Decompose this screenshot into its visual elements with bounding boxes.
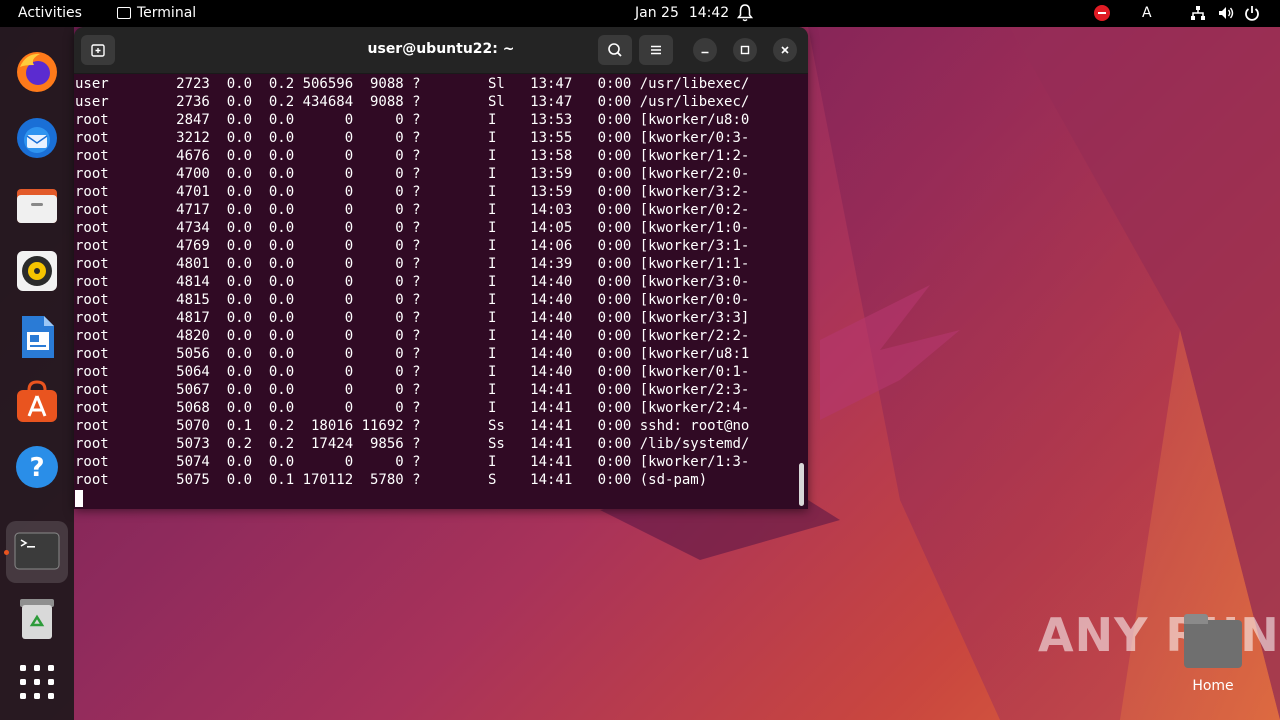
bell-icon[interactable] — [737, 4, 753, 22]
home-folder-label[interactable]: Home — [1180, 678, 1246, 694]
terminal-line: root 4701 0.0 0.0 0 0 ? I 13:59 0:00 [kw… — [75, 184, 750, 200]
search-icon — [608, 43, 622, 57]
close-icon — [781, 46, 789, 54]
terminal-line: root 5074 0.0 0.0 0 0 ? I 14:41 0:00 [kw… — [75, 454, 750, 470]
app-menu-label: Terminal — [137, 5, 197, 21]
maximize-button[interactable] — [733, 38, 757, 62]
terminal-app-icon — [117, 7, 131, 19]
firefox-icon[interactable] — [14, 49, 60, 95]
terminal-cursor — [75, 490, 83, 507]
terminal-line: root 4769 0.0 0.0 0 0 ? I 14:06 0:00 [kw… — [75, 238, 750, 254]
terminal-line: root 4814 0.0 0.0 0 0 ? I 14:40 0:00 [kw… — [75, 274, 750, 290]
terminal-line: root 4700 0.0 0.0 0 0 ? I 13:59 0:00 [kw… — [75, 166, 750, 182]
terminal-line: root 4801 0.0 0.0 0 0 ? I 14:39 0:00 [kw… — [75, 256, 750, 272]
terminal-line: root 5073 0.2 0.2 17424 9856 ? Ss 14:41 … — [75, 436, 750, 452]
power-icon[interactable] — [1244, 5, 1260, 21]
anyrun-watermark: ANY RUN — [1038, 608, 1280, 662]
terminal-line: root 2847 0.0 0.0 0 0 ? I 13:53 0:00 [kw… — [75, 112, 750, 128]
clock[interactable]: Jan 25 14:42 — [635, 5, 729, 21]
volume-icon[interactable] — [1218, 5, 1234, 21]
input-language-indicator[interactable]: A — [1142, 5, 1152, 21]
terminal-line: user 2736 0.0 0.2 434684 9088 ? Sl 13:47… — [75, 94, 750, 110]
terminal-window[interactable]: user@ubuntu22: ~ user 2723 0.0 0.2 50659… — [74, 27, 808, 509]
app-menu[interactable]: Terminal — [117, 5, 196, 21]
menu-button[interactable] — [639, 35, 673, 65]
thunderbird-icon[interactable] — [14, 115, 60, 161]
help-icon[interactable]: ? — [14, 444, 60, 490]
watermark-text: ANY RUN — [1038, 608, 1280, 662]
show-apps-icon[interactable] — [14, 659, 60, 705]
home-folder-icon[interactable] — [1184, 614, 1242, 668]
rhythmbox-icon[interactable] — [14, 248, 60, 294]
terminal-scrollbar[interactable] — [799, 463, 804, 506]
clock-time: 14:42 — [688, 5, 730, 21]
terminal-line: root 5064 0.0 0.0 0 0 ? I 14:40 0:00 [kw… — [75, 364, 750, 380]
svg-text:?: ? — [29, 453, 44, 483]
terminal-line: root 4717 0.0 0.0 0 0 ? I 14:03 0:00 [kw… — [75, 202, 750, 218]
files-icon[interactable] — [14, 183, 60, 229]
do-not-disturb-icon[interactable] — [1094, 5, 1110, 21]
maximize-icon — [740, 45, 750, 55]
terminal-output[interactable]: user 2723 0.0 0.2 506596 9088 ? Sl 13:47… — [75, 75, 805, 509]
search-button[interactable] — [598, 35, 632, 65]
terminal-line: root 3212 0.0 0.0 0 0 ? I 13:55 0:00 [kw… — [75, 130, 750, 146]
clock-date: Jan 25 — [635, 5, 679, 21]
terminal-line: user 2723 0.0 0.2 506596 9088 ? Sl 13:47… — [75, 76, 750, 92]
dock: ? — [0, 27, 74, 720]
close-button[interactable] — [773, 38, 797, 62]
terminal-line: root 4815 0.0 0.0 0 0 ? I 14:40 0:00 [kw… — [75, 292, 750, 308]
activities-button[interactable]: Activities — [18, 5, 82, 21]
terminal-line: root 4817 0.0 0.0 0 0 ? I 14:40 0:00 [kw… — [75, 310, 750, 326]
hamburger-icon — [651, 45, 661, 55]
terminal-line: root 5068 0.0 0.0 0 0 ? I 14:41 0:00 [kw… — [75, 400, 750, 416]
writer-icon[interactable] — [14, 314, 60, 360]
minimize-button[interactable] — [693, 38, 717, 62]
minimize-icon — [701, 51, 709, 54]
terminal-line: root 4734 0.0 0.0 0 0 ? I 14:05 0:00 [kw… — [75, 220, 750, 236]
terminal-line: root 4676 0.0 0.0 0 0 ? I 13:58 0:00 [kw… — [75, 148, 750, 164]
terminal-line: root 5075 0.0 0.1 170112 5780 ? S 14:41 … — [75, 472, 708, 488]
terminal-line: root 5070 0.1 0.2 18016 11692 ? Ss 14:41… — [75, 418, 750, 434]
app-center-icon[interactable] — [14, 378, 60, 424]
top-bar: Activities Terminal Jan 25 14:42 A — [0, 0, 1280, 27]
running-indicator — [4, 550, 9, 555]
window-titlebar[interactable]: user@ubuntu22: ~ — [74, 27, 808, 74]
terminal-line: root 5067 0.0 0.0 0 0 ? I 14:41 0:00 [kw… — [75, 382, 750, 398]
terminal-line: root 5056 0.0 0.0 0 0 ? I 14:40 0:00 [kw… — [75, 346, 750, 362]
network-icon[interactable] — [1190, 5, 1206, 21]
terminal-icon[interactable] — [14, 528, 60, 574]
trash-icon[interactable] — [14, 595, 60, 641]
terminal-line: root 4820 0.0 0.0 0 0 ? I 14:40 0:00 [kw… — [75, 328, 750, 344]
